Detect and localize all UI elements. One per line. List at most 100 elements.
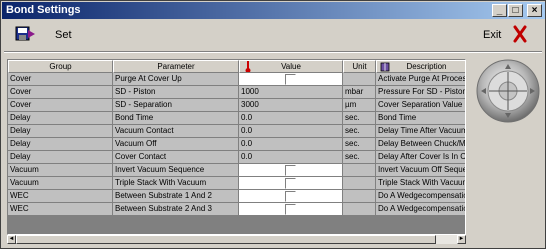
description-cell-text: Activate Purge At Process End bbox=[378, 74, 465, 83]
book-icon bbox=[380, 62, 390, 72]
value-cell-text: 1000 bbox=[241, 87, 259, 96]
header-unit[interactable]: Unit bbox=[343, 60, 376, 73]
unit-cell: µm bbox=[343, 99, 376, 112]
table-row[interactable]: Delay Cover Contact 0.0 sec. Delay After Cov… bbox=[8, 151, 466, 164]
parameter-cell-text: Bond Time bbox=[115, 113, 154, 122]
parameter-cell: Vacuum Off bbox=[113, 138, 239, 151]
unit-cell bbox=[343, 190, 376, 203]
group-cell: WEC bbox=[8, 190, 113, 203]
unit-cell: sec. bbox=[343, 151, 376, 164]
scroll-thumb[interactable] bbox=[16, 235, 436, 244]
group-cell: Delay bbox=[8, 151, 113, 164]
description-cell-text: Delay After Cover Is In Contact bbox=[378, 152, 466, 161]
unit-cell bbox=[343, 203, 376, 216]
parameter-cell-text: Invert Vacuum Sequence bbox=[115, 165, 205, 174]
scroll-right-arrow[interactable]: ► bbox=[457, 235, 466, 244]
description-cell-text: Cover Separation Value Before bbox=[378, 100, 465, 109]
header-value[interactable]: Value bbox=[239, 60, 343, 73]
value-checkbox[interactable] bbox=[285, 178, 296, 189]
value-cell[interactable] bbox=[239, 190, 343, 203]
group-cell: Delay bbox=[8, 125, 113, 138]
value-cell[interactable]: 0.0 bbox=[239, 112, 343, 125]
unit-cell-text: sec. bbox=[345, 139, 360, 148]
toolbar-divider bbox=[4, 51, 542, 53]
table-row[interactable]: Cover SD - Piston 1000 mbar Pressure For SD … bbox=[8, 86, 466, 99]
description-cell: Pressure For SD - Piston bbox=[376, 86, 466, 99]
value-checkbox[interactable] bbox=[285, 191, 296, 202]
description-cell: Do A Wedgecompensation bbox=[376, 190, 465, 203]
value-cell[interactable] bbox=[239, 73, 343, 86]
parameter-cell-text: Vacuum Contact bbox=[115, 126, 174, 135]
group-cell-text: Cover bbox=[10, 100, 32, 109]
header-description[interactable]: Description bbox=[376, 60, 465, 73]
header-group[interactable]: Group bbox=[8, 60, 113, 73]
scroll-left-arrow[interactable]: ◄ bbox=[7, 235, 16, 244]
group-cell-text: Cover bbox=[10, 87, 32, 96]
table-row[interactable]: WEC Between Substrate 1 And 2 Do A Wedgeco… bbox=[8, 190, 465, 203]
parameter-cell-text: SD - Piston bbox=[115, 87, 156, 96]
table-row[interactable]: Cover SD - Separation 3000 µm Cover Separati… bbox=[8, 99, 465, 112]
table-row[interactable]: Delay Bond Time 0.0 sec. Bond Time bbox=[8, 112, 465, 125]
value-cell[interactable]: 0.0 bbox=[239, 138, 343, 151]
value-cell[interactable]: 3000 bbox=[239, 99, 343, 112]
unit-cell-text: sec. bbox=[345, 152, 360, 161]
description-cell-text: Delay Between Chuck/Mask bbox=[378, 139, 466, 148]
table-header-row: Group Parameter Value Unit Description bbox=[8, 60, 465, 73]
group-cell-text: Delay bbox=[10, 113, 31, 122]
joystick-control-icon[interactable] bbox=[475, 58, 541, 124]
table-row[interactable]: Delay Vacuum Off 0.0 sec. Delay Between Chuc… bbox=[8, 138, 466, 151]
parameter-cell: Bond Time bbox=[113, 112, 239, 125]
description-cell-text: Bond Time bbox=[378, 113, 417, 122]
description-cell: Invert Vacuum Off Sequence bbox=[376, 164, 465, 177]
value-cell[interactable]: 0.0 bbox=[239, 151, 343, 164]
unit-cell bbox=[343, 177, 376, 190]
group-cell-text: WEC bbox=[10, 204, 29, 213]
exit-button[interactable]: Exit bbox=[483, 29, 501, 41]
value-checkbox[interactable] bbox=[285, 74, 296, 85]
value-checkbox[interactable] bbox=[285, 165, 296, 176]
group-cell: WEC bbox=[8, 203, 113, 216]
parameter-table[interactable]: Group Parameter Value Unit Description C… bbox=[7, 59, 466, 235]
value-cell[interactable]: 0.0 bbox=[239, 125, 343, 138]
table-row[interactable]: Vacuum Invert Vacuum Sequence Invert Vacuu… bbox=[8, 164, 465, 177]
bond-settings-window: Bond Settings _ □ × Set Exit Group Param… bbox=[0, 0, 546, 249]
parameter-cell: Vacuum Contact bbox=[113, 125, 239, 138]
description-cell: Delay After Cover Is In Contact bbox=[376, 151, 466, 164]
value-cell[interactable] bbox=[239, 164, 343, 177]
value-cell[interactable]: 1000 bbox=[239, 86, 343, 99]
maximize-button[interactable]: □ bbox=[508, 4, 523, 17]
group-cell-text: Delay bbox=[10, 126, 31, 135]
table-row[interactable]: WEC Between Substrate 2 And 3 Do A Wedgeco… bbox=[8, 203, 465, 216]
value-cell-text: 0.0 bbox=[241, 113, 253, 122]
title-bar: Bond Settings _ □ × bbox=[2, 2, 545, 19]
group-cell: Cover bbox=[8, 86, 113, 99]
value-cell[interactable] bbox=[239, 177, 343, 190]
set-button[interactable]: Set bbox=[55, 29, 72, 41]
value-checkbox[interactable] bbox=[285, 204, 296, 215]
group-cell: Cover bbox=[8, 99, 113, 112]
header-parameter[interactable]: Parameter bbox=[113, 60, 239, 73]
group-cell-text: Delay bbox=[10, 139, 31, 148]
red-x-icon[interactable] bbox=[513, 25, 527, 43]
parameter-cell-text: Triple Stack With Vacuum bbox=[115, 178, 207, 187]
parameter-cell: Cover Contact bbox=[113, 151, 239, 164]
close-button[interactable]: × bbox=[527, 4, 542, 17]
group-cell: Delay bbox=[8, 112, 113, 125]
minimize-button[interactable]: _ bbox=[492, 4, 507, 17]
header-description-label: Description bbox=[406, 62, 447, 71]
table-row[interactable]: Cover Purge At Cover Up Activate Purge At … bbox=[8, 73, 465, 86]
parameter-cell-text: Purge At Cover Up bbox=[115, 74, 182, 83]
parameter-cell-text: Between Substrate 2 And 3 bbox=[115, 204, 212, 213]
description-cell-text: Pressure For SD - Piston bbox=[378, 87, 466, 96]
value-cell[interactable] bbox=[239, 203, 343, 216]
value-cell-text: 3000 bbox=[241, 100, 259, 109]
parameter-cell: Triple Stack With Vacuum bbox=[113, 177, 239, 190]
table-row[interactable]: Delay Vacuum Contact 0.0 sec. Delay Time Aft… bbox=[8, 125, 465, 138]
header-value-label: Value bbox=[281, 62, 301, 71]
parameter-cell-text: SD - Separation bbox=[115, 100, 172, 109]
group-cell-text: Vacuum bbox=[10, 178, 39, 187]
save-disk-icon[interactable] bbox=[15, 26, 37, 42]
parameter-cell-text: Between Substrate 1 And 2 bbox=[115, 191, 212, 200]
table-row[interactable]: Vacuum Triple Stack With Vacuum Triple Sta… bbox=[8, 177, 465, 190]
horizontal-scrollbar[interactable]: ◄ ► bbox=[7, 235, 466, 244]
